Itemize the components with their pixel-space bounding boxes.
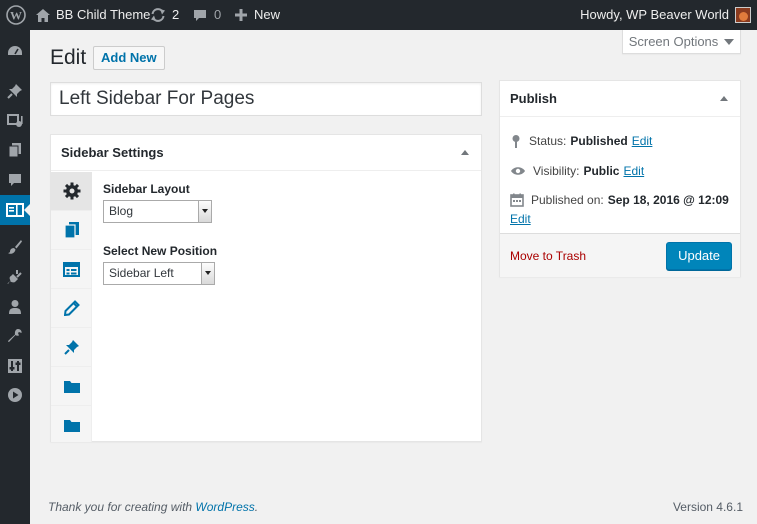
updates-icon	[151, 8, 165, 22]
play-icon[interactable]	[0, 380, 30, 410]
users-icon[interactable]	[0, 292, 30, 322]
page-title: Edit	[50, 46, 87, 69]
svg-text:W: W	[10, 9, 22, 23]
tab-pages[interactable]	[51, 211, 92, 250]
published-edit-link[interactable]: Edit	[510, 212, 531, 226]
updates-count: 2	[172, 7, 180, 22]
sidebar-settings-header[interactable]: Sidebar Settings	[51, 135, 481, 171]
comments-icon[interactable]	[0, 165, 30, 195]
sidebar-layout-label: Sidebar Layout	[103, 182, 190, 196]
folder-icon	[63, 420, 80, 432]
sidebar-settings-box: Sidebar Settings Sidebar Layout Blog Sel…	[50, 134, 482, 442]
tab-pinned[interactable]	[51, 328, 92, 367]
publish-box: Publish Status: Published Edit Visibilit…	[499, 80, 741, 277]
eye-icon	[511, 167, 525, 175]
update-button[interactable]: Update	[666, 242, 732, 270]
new-content-link[interactable]: New	[235, 0, 280, 30]
tools-icon[interactable]	[0, 321, 30, 351]
publish-actions: Move to Trash Update	[500, 233, 740, 277]
visibility-edit-link[interactable]: Edit	[623, 164, 644, 178]
visibility-value: Public	[583, 164, 620, 178]
tab-folder-1[interactable]	[51, 367, 92, 406]
publish-header[interactable]: Publish	[500, 81, 740, 117]
plugins-icon[interactable]	[0, 262, 30, 292]
comments-count: 0	[214, 7, 222, 22]
dashboard-icon[interactable]	[0, 37, 30, 67]
dropdown-arrow-icon	[201, 263, 214, 284]
media-icon[interactable]	[0, 106, 30, 136]
screen-options-button[interactable]: Screen Options	[622, 30, 741, 54]
collapse-toggle-icon[interactable]	[720, 95, 728, 101]
footer-thanks-text: Thank you for creating with	[48, 500, 193, 514]
wordpress-link[interactable]: WordPress	[195, 500, 254, 514]
pin-icon	[512, 135, 520, 148]
footer-version: Version 4.6.1	[672, 500, 743, 514]
tab-layout[interactable]	[51, 250, 92, 289]
settings-tabs	[51, 172, 92, 442]
appearance-icon[interactable]	[0, 232, 30, 262]
status-value: Published	[570, 134, 628, 148]
position-value: Sidebar Left	[109, 266, 174, 280]
post-title-input[interactable]: Left Sidebar For Pages	[50, 82, 482, 116]
pencil-icon	[63, 300, 80, 316]
home-icon	[36, 8, 50, 22]
footer-period: .	[254, 500, 259, 514]
select-position-label: Select New Position	[103, 244, 218, 258]
new-label: New	[254, 7, 281, 22]
sidebar-icon[interactable]	[0, 195, 31, 225]
tab-edit[interactable]	[51, 289, 92, 328]
site-name-label: BB Child Theme	[56, 7, 151, 22]
tab-general[interactable]	[51, 172, 92, 211]
sidebar-layout-value: Blog	[109, 204, 134, 218]
site-name-link[interactable]: BB Child Theme	[36, 0, 150, 30]
sidebar-settings-title: Sidebar Settings	[61, 145, 164, 160]
dropdown-arrow-icon	[198, 201, 211, 222]
visibility-row: Visibility: Public Edit	[510, 164, 644, 178]
updates-link[interactable]: 2	[150, 0, 179, 30]
footer-thanks: Thank you for creating with WordPress.	[48, 500, 258, 514]
layout-icon	[63, 261, 80, 277]
calendar-icon	[510, 193, 524, 207]
tab-folder-2[interactable]	[51, 406, 92, 445]
pages-icon	[63, 222, 79, 239]
comments-link[interactable]: 0	[193, 0, 221, 30]
publish-title: Publish	[510, 91, 557, 106]
comment-icon	[194, 9, 206, 21]
position-select[interactable]: Sidebar Left	[103, 262, 215, 285]
plus-icon	[235, 9, 247, 21]
move-to-trash-link[interactable]: Move to Trash	[510, 249, 586, 263]
howdy-label: Howdy, WP Beaver World	[580, 7, 729, 22]
pin-icon[interactable]	[0, 76, 30, 106]
pages-icon[interactable]	[0, 135, 30, 165]
screen-options-label: Screen Options	[628, 34, 719, 49]
avatar	[735, 7, 751, 23]
status-label: Status:	[529, 134, 567, 148]
my-account-link[interactable]: Howdy, WP Beaver World	[580, 0, 751, 30]
published-row: Published on: Sep 18, 2016 @ 12:09	[510, 193, 729, 207]
visibility-label: Visibility:	[533, 164, 580, 178]
sidebar-layout-select[interactable]: Blog	[103, 200, 212, 223]
add-new-button[interactable]: Add New	[93, 46, 165, 70]
collapse-toggle-icon[interactable]	[461, 149, 469, 155]
admin-bar: W BB Child Theme 2 0 New Howdy, WP Beave…	[0, 0, 757, 30]
settings-icon[interactable]	[0, 351, 30, 381]
published-value: Sep 18, 2016 @ 12:09	[607, 193, 729, 207]
wordpress-logo-icon[interactable]: W	[6, 0, 26, 30]
gear-icon	[63, 182, 80, 200]
admin-menu	[0, 30, 31, 524]
folder-icon	[63, 380, 80, 393]
status-edit-link[interactable]: Edit	[632, 134, 653, 148]
published-label: Published on:	[531, 193, 604, 207]
chevron-down-icon	[724, 38, 735, 45]
status-row: Status: Published Edit	[510, 134, 652, 148]
pin-icon	[63, 340, 79, 355]
